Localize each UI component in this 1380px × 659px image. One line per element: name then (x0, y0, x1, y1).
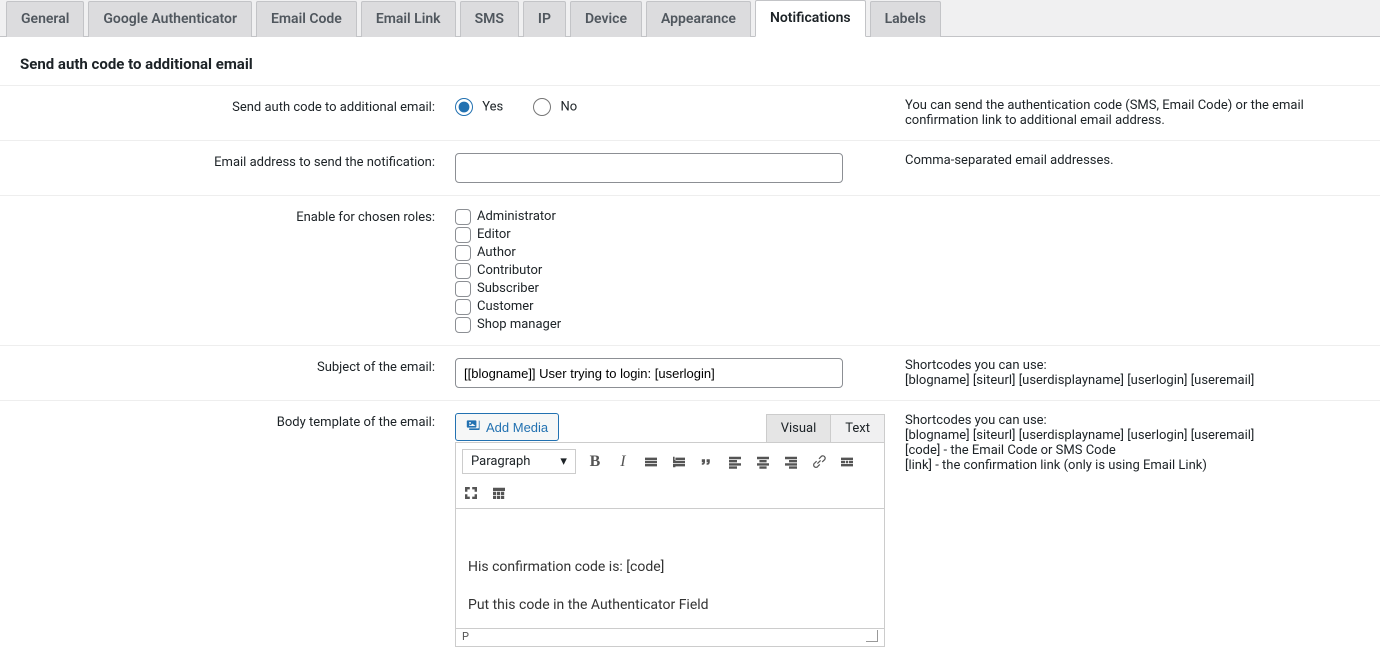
role-checkbox-subscriber[interactable] (455, 281, 471, 297)
role-checkbox-contributor[interactable] (455, 263, 471, 279)
editor-toolbar: Paragraph ▾ B I (455, 442, 885, 509)
role-label: Subscriber (477, 280, 539, 297)
add-media-button[interactable]: Add Media (455, 413, 559, 441)
media-icon (466, 418, 482, 437)
role-checkbox-administrator[interactable] (455, 209, 471, 225)
editor-body[interactable]: His confirmation code is: [code] Put thi… (455, 509, 885, 629)
radio-no[interactable] (533, 98, 551, 116)
role-checkbox-customer[interactable] (455, 299, 471, 315)
blockquote-icon[interactable] (698, 453, 716, 471)
role-item: Shop manager (455, 316, 895, 333)
readmore-icon[interactable] (838, 453, 856, 471)
bullet-list-icon[interactable] (642, 453, 660, 471)
toolbar-toggle-icon[interactable] (490, 484, 508, 502)
tab-bar: GeneralGoogle AuthenticatorEmail CodeEma… (0, 0, 1380, 37)
resize-handle-icon[interactable] (866, 630, 878, 642)
role-label: Customer (477, 298, 534, 315)
input-email-address[interactable] (455, 153, 843, 183)
tab-sms[interactable]: SMS (460, 1, 519, 37)
numbered-list-icon[interactable] (670, 453, 688, 471)
editor-tab-text[interactable]: Text (830, 414, 885, 443)
help-send-email: You can send the authentication code (SM… (905, 86, 1380, 141)
role-item: Customer (455, 298, 895, 315)
role-label: Administrator (477, 208, 556, 225)
align-left-icon[interactable] (726, 453, 744, 471)
editor-line1: His confirmation code is: [code] (468, 559, 872, 575)
bold-icon[interactable]: B (586, 453, 604, 471)
tab-labels[interactable]: Labels (870, 1, 941, 37)
align-right-icon[interactable] (782, 453, 800, 471)
label-body: Body template of the email: (0, 401, 455, 659)
radio-yes-wrap[interactable]: Yes (455, 98, 503, 116)
help-email-address: Comma-separated email addresses. (905, 141, 1380, 196)
role-label: Shop manager (477, 316, 561, 333)
italic-icon[interactable]: I (614, 453, 632, 471)
tab-notifications[interactable]: Notifications (755, 0, 866, 37)
label-email-address: Email address to send the notification: (0, 141, 455, 196)
format-select-label: Paragraph (471, 454, 530, 469)
role-checkbox-author[interactable] (455, 245, 471, 261)
radio-yes[interactable] (455, 98, 473, 116)
tab-device[interactable]: Device (570, 1, 642, 37)
tab-general[interactable]: General (6, 1, 84, 37)
role-checkbox-shop-manager[interactable] (455, 317, 471, 333)
label-subject: Subject of the email: (0, 346, 455, 401)
radio-no-wrap[interactable]: No (533, 98, 577, 116)
input-subject[interactable] (455, 358, 843, 388)
role-list: AdministratorEditorAuthorContributorSubs… (455, 208, 895, 333)
tab-email-link[interactable]: Email Link (361, 1, 456, 37)
section-heading: Send auth code to additional email (0, 37, 1380, 85)
role-item: Editor (455, 226, 895, 243)
role-item: Contributor (455, 262, 895, 279)
link-icon[interactable] (810, 453, 828, 471)
role-item: Subscriber (455, 280, 895, 297)
tab-ip[interactable]: IP (523, 1, 566, 37)
fullscreen-icon[interactable] (462, 484, 480, 502)
radio-yes-label: Yes (482, 99, 503, 114)
role-label: Author (477, 244, 516, 261)
editor-tab-visual[interactable]: Visual (766, 414, 832, 443)
label-send-email: Send auth code to additional email: (0, 86, 455, 141)
role-label: Contributor (477, 262, 542, 279)
add-media-label: Add Media (486, 420, 548, 435)
editor-line2: Put this code in the Authenticator Field (468, 597, 872, 613)
help-body: Shortcodes you can use: [blogname] [site… (905, 401, 1380, 659)
radio-no-label: No (560, 99, 577, 114)
editor-path: P (462, 630, 469, 645)
role-checkbox-editor[interactable] (455, 227, 471, 243)
role-label: Editor (477, 226, 511, 243)
tab-google-authenticator[interactable]: Google Authenticator (88, 1, 252, 37)
tab-appearance[interactable]: Appearance (646, 1, 751, 37)
role-item: Author (455, 244, 895, 261)
align-center-icon[interactable] (754, 453, 772, 471)
tab-email-code[interactable]: Email Code (256, 1, 357, 37)
label-roles: Enable for chosen roles: (0, 196, 455, 346)
role-item: Administrator (455, 208, 895, 225)
help-subject: Shortcodes you can use: [blogname] [site… (905, 346, 1380, 401)
format-select[interactable]: Paragraph ▾ (462, 449, 576, 474)
chevron-down-icon: ▾ (560, 454, 567, 469)
